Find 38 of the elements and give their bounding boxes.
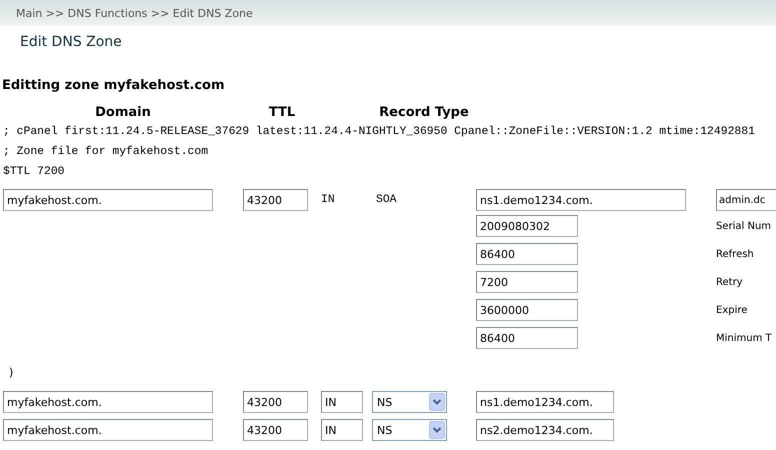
class-field[interactable]: IN (321, 419, 363, 441)
soa-field-label: Retry (716, 276, 744, 288)
ttl-field[interactable]: 43200 (243, 419, 308, 441)
breadcrumb: Main >> DNS Functions >> Edit DNS Zone (16, 6, 253, 20)
ttl-field[interactable]: 43200 (243, 391, 308, 413)
soa-value-field[interactable]: 86400 (476, 327, 578, 349)
record-value-field[interactable]: ns2.demo1234.com. (476, 419, 614, 441)
admin-email-field[interactable]: admin.dc (716, 189, 776, 211)
column-header: TTL (268, 104, 296, 120)
record-type: SOA (375, 194, 398, 206)
closing-paren: ) (8, 365, 14, 381)
soa-field-label: Minimum T (716, 332, 773, 344)
dropdown-icon (429, 421, 445, 439)
zone-heading: Editting zone myfakehost.com (2, 78, 226, 95)
soa-value-field[interactable]: 86400 (476, 243, 578, 265)
soa-value-field[interactable]: 2009080302 (476, 215, 578, 237)
domain-field[interactable]: myfakehost.com. (3, 189, 213, 211)
zone-comment: ; cPanel first:11.24.5-RELEASE_37629 latest:11.24.4-NIGHTLY_36950 Cpanel::ZoneFile::VERSION:1.2 mtime:12492881 (2, 124, 756, 140)
page-title: Edit DNS Zone (20, 33, 123, 52)
domain-field[interactable]: myfakehost.com. (3, 419, 213, 441)
soa-field-label: Refresh (716, 248, 755, 260)
soa-field-label: Expire (716, 304, 748, 316)
soa-field-label: Serial Num (716, 220, 772, 232)
record-type-select[interactable]: NS (372, 391, 447, 413)
dropdown-icon (429, 393, 445, 411)
class-field[interactable]: IN (321, 391, 363, 413)
record-value-field[interactable]: ns1.demo1234.com. (476, 391, 614, 413)
ttl-field[interactable]: 43200 (243, 189, 308, 211)
record-class: IN (321, 194, 336, 206)
soa-value-field[interactable]: 7200 (476, 271, 578, 293)
column-header: Domain (94, 104, 152, 120)
soa-value-field[interactable]: 3600000 (476, 299, 578, 321)
nameserver-field[interactable]: ns1.demo1234.com. (476, 189, 686, 211)
domain-field[interactable]: myfakehost.com. (3, 391, 213, 413)
zone-comment: $TTL 7200 (2, 164, 66, 180)
zone-comment: ; Zone file for myfakehost.com (2, 144, 210, 160)
column-header: Record Type (378, 104, 470, 120)
record-type-select[interactable]: NS (372, 419, 447, 441)
